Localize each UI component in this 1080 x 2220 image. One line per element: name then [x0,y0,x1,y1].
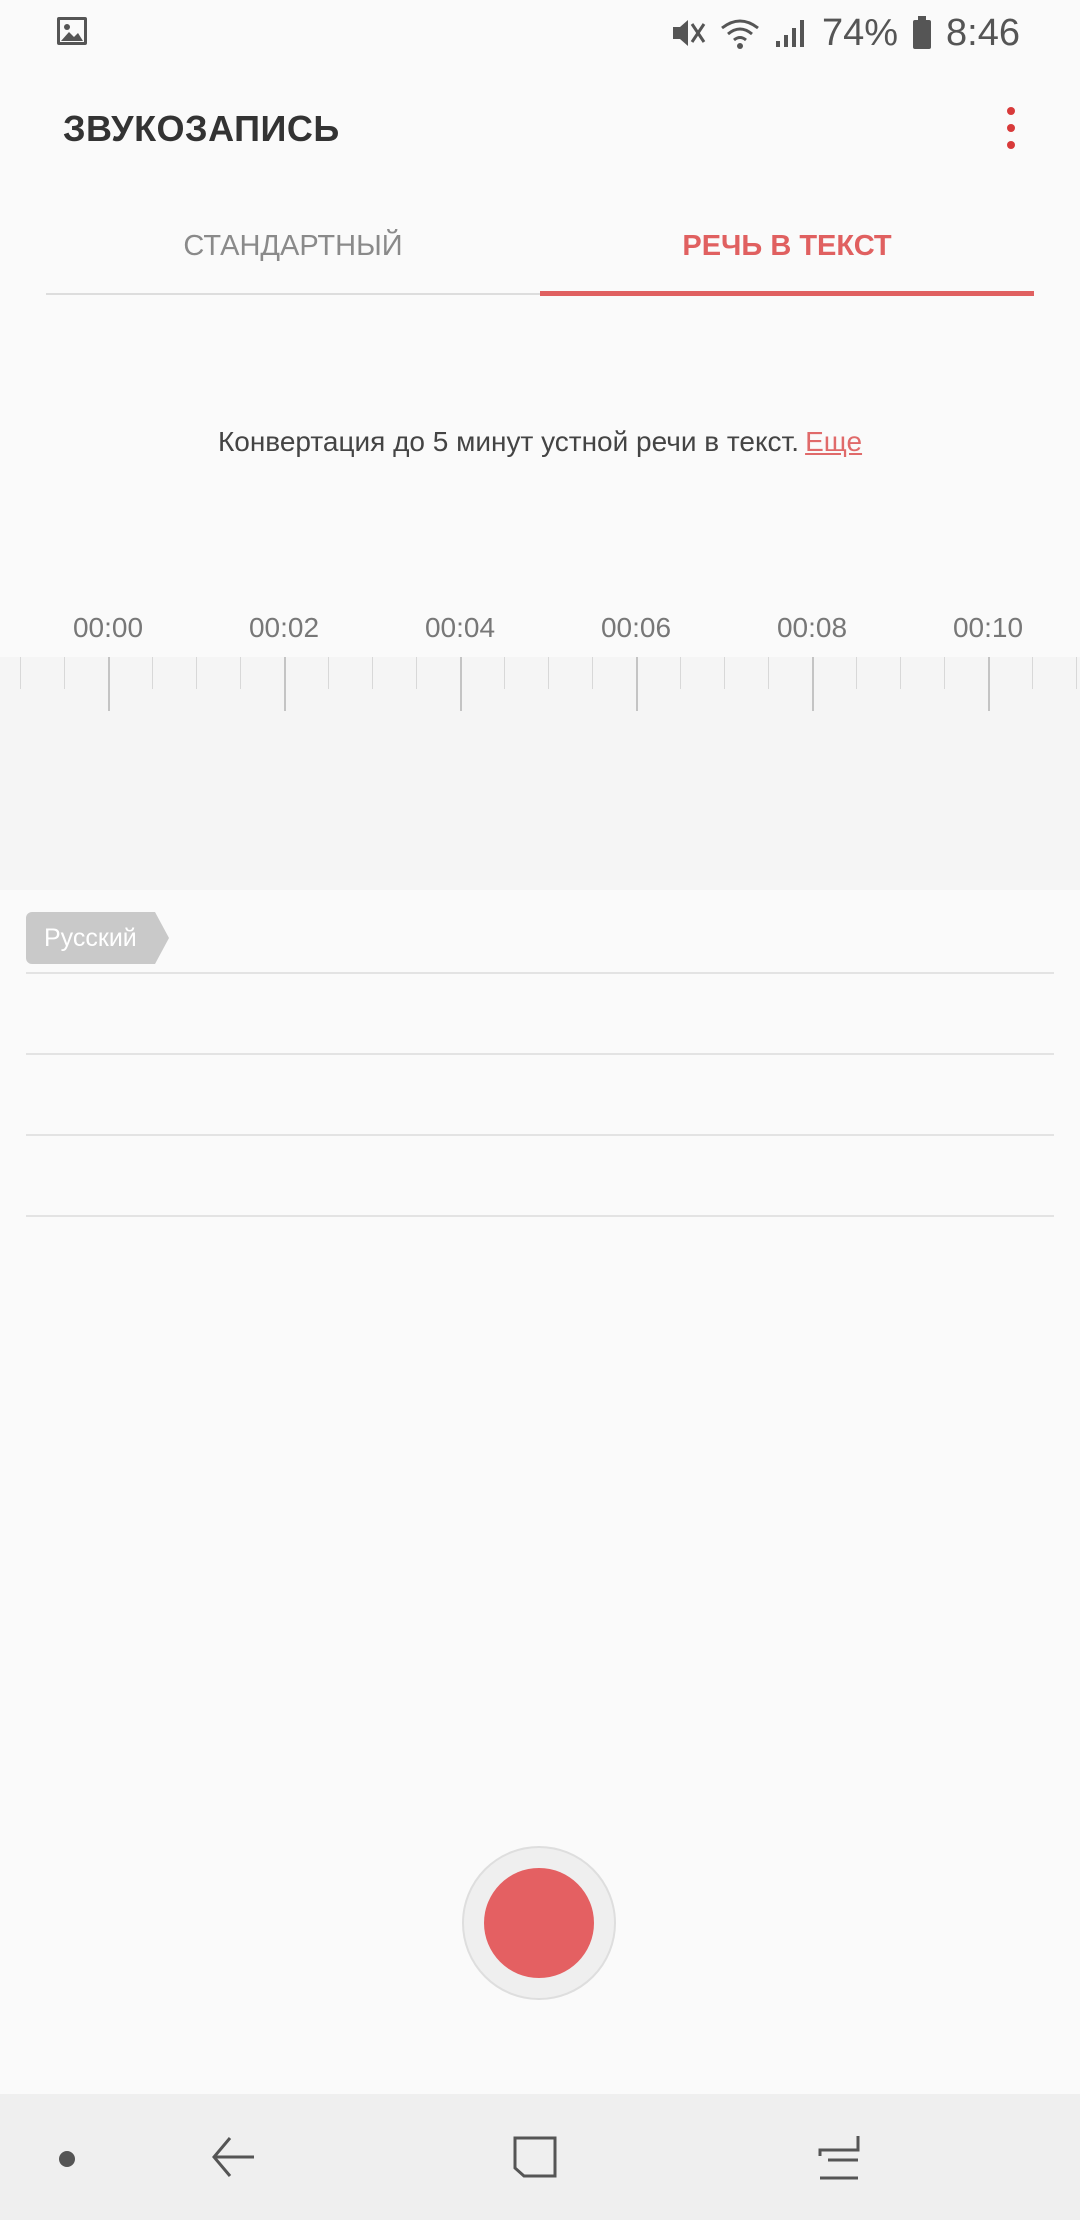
more-options-button[interactable] [986,98,1036,158]
timeline-minor-tick [372,657,373,689]
wifi-icon [720,16,760,50]
timeline-labels: 00:00 00:02 00:04 00:06 00:08 00:10 [0,612,1080,652]
timeline-major-tick [812,657,814,711]
transcript-line [26,1136,1054,1217]
transcript-lines [26,972,1054,1217]
back-icon[interactable] [210,2132,256,2187]
timeline-minor-tick [64,657,65,689]
timeline-minor-tick [416,657,417,689]
time-label: 00:06 [600,612,672,643]
time-label: 00:04 [424,612,496,643]
timeline-minor-tick [328,657,329,689]
timeline-ticks [0,657,1080,713]
timeline-minor-tick [724,657,725,689]
transcript-line [26,1055,1054,1136]
time-label: 00:02 [248,612,320,643]
more-link[interactable]: Еще [805,426,862,457]
timeline-minor-tick [1076,657,1077,689]
timeline-major-tick [636,657,638,711]
mute-icon [670,16,706,50]
signal-icon [774,17,808,49]
timeline-major-tick [108,657,110,711]
tab-speech-to-text[interactable]: РЕЧЬ В ТЕКСТ [540,200,1034,296]
gallery-icon [56,16,88,51]
timeline-minor-tick [240,657,241,689]
timeline-major-tick [460,657,462,711]
record-icon [484,1868,594,1978]
dot-icon[interactable] [58,2150,76,2173]
clock: 8:46 [946,11,1020,54]
record-button[interactable] [462,1846,616,2000]
timeline-minor-tick [196,657,197,689]
battery-percent: 74% [821,11,899,54]
mode-tabs: СТАНДАРТНЫЙ РЕЧЬ В ТЕКСТ [46,200,1034,296]
timeline-minor-tick [900,657,901,689]
status-bar: 74% 8:46 [0,0,1080,66]
hint-message: Конвертация до 5 минут устной речи в тек… [217,426,800,457]
tab-standard[interactable]: СТАНДАРТНЫЙ [46,200,540,293]
app-title: ЗВУКОЗАПИСЬ [63,108,340,149]
navigation-bar [0,2094,1080,2220]
timeline-major-tick [284,657,286,711]
timeline-minor-tick [548,657,549,689]
timeline-minor-tick [152,657,153,689]
hint-text: Конвертация до 5 минут устной речи в тек… [0,426,1080,458]
time-label: 00:08 [776,612,848,643]
timeline-major-tick [988,657,990,711]
timeline-minor-tick [504,657,505,689]
battery-icon [912,16,932,50]
timeline-minor-tick [944,657,945,689]
time-label: 00:10 [952,612,1024,643]
time-label: 00:00 [72,612,144,643]
timeline-minor-tick [768,657,769,689]
timeline-minor-tick [1032,657,1033,689]
timeline-minor-tick [592,657,593,689]
timeline-minor-tick [20,657,21,689]
more-vert-icon [1007,107,1015,115]
timeline-minor-tick [856,657,857,689]
app-bar: ЗВУКОЗАПИСЬ [0,90,1080,166]
waveform-timeline[interactable] [0,657,1080,890]
timeline-minor-tick [680,657,681,689]
language-tag[interactable]: Русский [26,912,169,964]
home-icon[interactable] [512,2132,558,2187]
recents-icon[interactable] [816,2132,862,2187]
transcript-line [26,974,1054,1055]
